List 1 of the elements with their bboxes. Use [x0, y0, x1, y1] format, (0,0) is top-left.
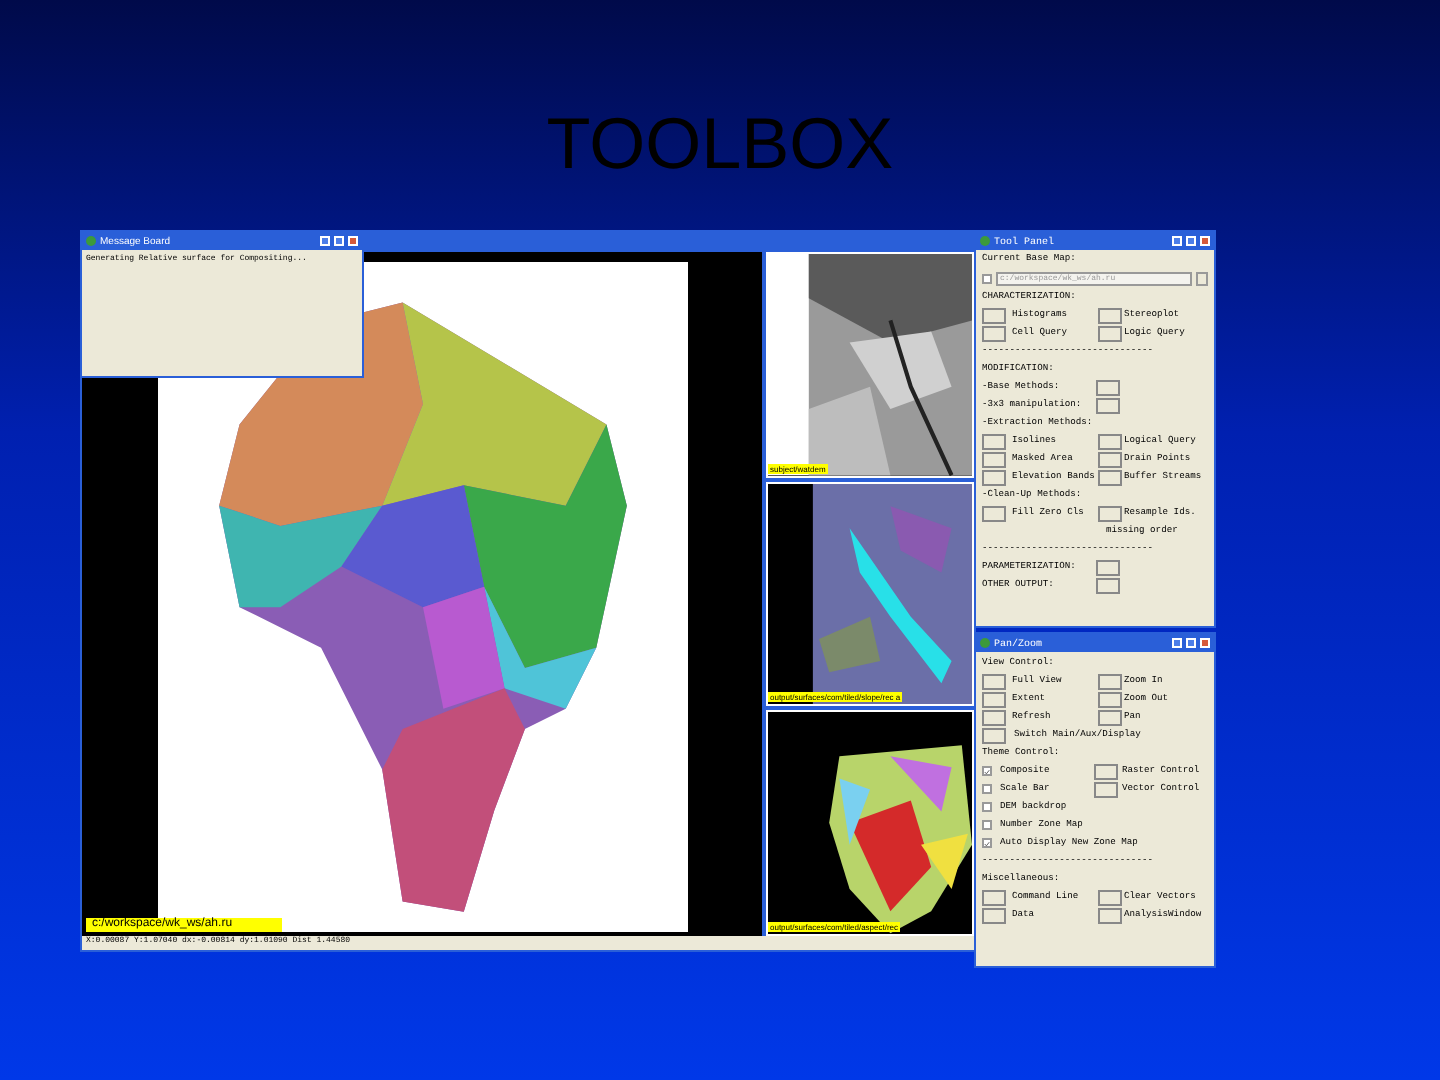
slide-title: TOOLBOX — [546, 104, 894, 184]
